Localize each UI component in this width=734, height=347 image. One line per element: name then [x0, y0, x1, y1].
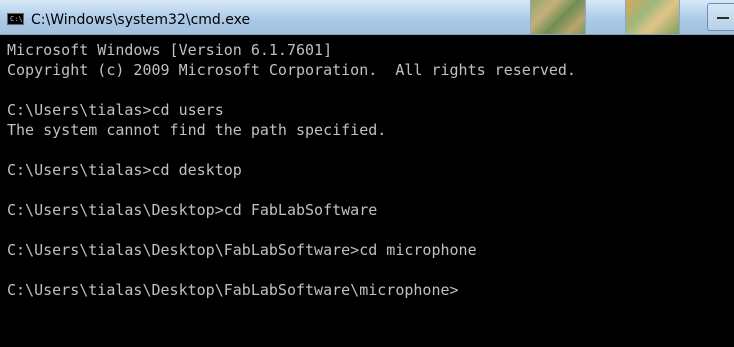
console-line: C:\Users\tialas\Desktop\FabLabSoftware>c… [7, 241, 477, 259]
console-output[interactable]: Microsoft Windows [Version 6.1.7601] Cop… [0, 35, 734, 347]
console-line: Copyright (c) 2009 Microsoft Corporation… [7, 61, 576, 79]
console-line: C:\Users\tialas>cd desktop [7, 161, 242, 179]
background-thumbnail [530, 0, 586, 34]
cmd-icon-glyph: C:\ [10, 15, 23, 23]
console-line: Microsoft Windows [Version 6.1.7601] [7, 41, 333, 59]
minimize-icon [717, 17, 729, 19]
window-title: C:\Windows\system32\cmd.exe [31, 12, 251, 28]
cmd-icon[interactable]: C:\ [7, 13, 24, 25]
console-prompt-line[interactable]: C:\Users\tialas\Desktop\FabLabSoftware\m… [7, 280, 734, 300]
cmd-window: C:\ C:\Windows\system32\cmd.exe Microsof… [0, 0, 734, 347]
minimize-button[interactable] [707, 3, 734, 31]
console-line: C:\Users\tialas\Desktop>cd FabLabSoftwar… [7, 201, 378, 219]
console-line: The system cannot find the path specifie… [7, 121, 387, 139]
background-thumbnail [625, 0, 680, 34]
console-line: C:\Users\tialas>cd users [7, 101, 224, 119]
title-bar[interactable]: C:\ C:\Windows\system32\cmd.exe [0, 0, 734, 35]
